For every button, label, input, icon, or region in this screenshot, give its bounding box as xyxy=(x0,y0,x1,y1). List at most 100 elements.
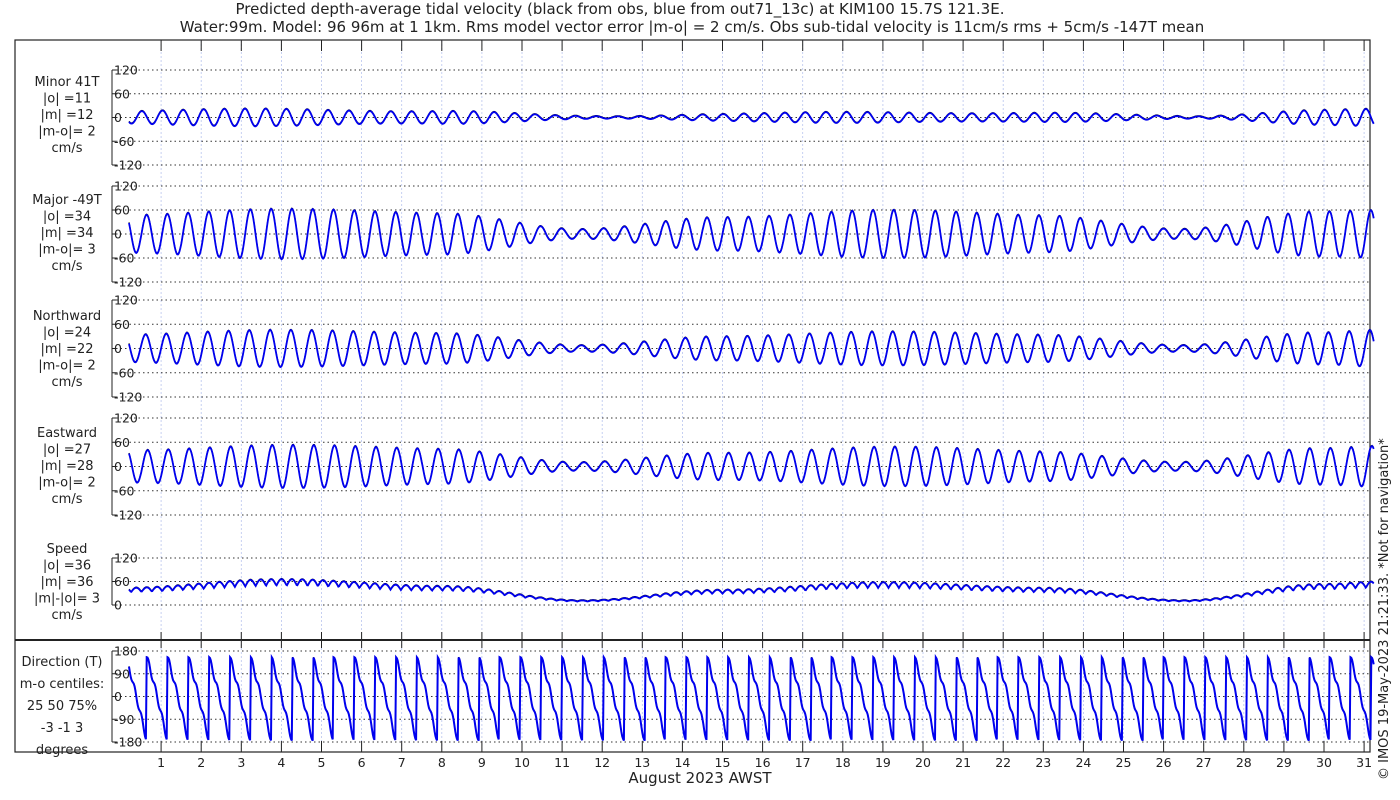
x-tick-label: 8 xyxy=(438,755,446,770)
panel-label: |m-o|= 3 xyxy=(38,243,96,258)
x-tick-label: 31 xyxy=(1356,755,1372,770)
y-tick-label: -120 xyxy=(114,158,142,173)
panel-label: |o| =27 xyxy=(43,443,91,458)
y-tick-label: 0 xyxy=(114,110,122,125)
panel-label: |m-o|= 2 xyxy=(38,476,96,491)
panel-label: |m-o|= 2 xyxy=(38,359,96,374)
x-tick-label: 28 xyxy=(1236,755,1252,770)
panel-label: cm/s xyxy=(52,259,83,274)
x-tick-label: 23 xyxy=(1035,755,1051,770)
panel-label: |o| =36 xyxy=(43,559,91,574)
y-tick-label: 0 xyxy=(114,598,122,613)
panel-label: |m| =22 xyxy=(41,342,94,357)
x-tick-label: 6 xyxy=(358,755,366,770)
panel-label: |m| =12 xyxy=(41,108,94,123)
y-tick-label: -120 xyxy=(114,275,142,290)
panel-label: |m| =34 xyxy=(41,226,94,241)
y-tick-label: 120 xyxy=(114,179,138,194)
y-tick-label: 0 xyxy=(114,459,122,474)
y-tick-label: -60 xyxy=(114,483,134,498)
y-tick-label: 90 xyxy=(114,666,130,681)
x-tick-label: 18 xyxy=(835,755,851,770)
panel-label: |m|-|o|= 3 xyxy=(34,592,100,607)
panel-label: cm/s xyxy=(52,608,83,623)
y-tick-label: -120 xyxy=(114,390,142,405)
x-axis-label: August 2023 AWST xyxy=(628,769,772,787)
model-series-line xyxy=(128,578,1375,603)
panel-label: Direction (T) xyxy=(22,655,103,670)
panel-label: cm/s xyxy=(52,375,83,390)
y-tick-label: 60 xyxy=(114,203,130,218)
y-tick-label: 180 xyxy=(114,644,138,659)
y-tick-label: -120 xyxy=(114,508,142,523)
x-tick-label: 22 xyxy=(995,755,1011,770)
panel-label: |o| =11 xyxy=(43,92,91,107)
panel-eastward: Eastward |o| =27|m| =28 |m-o|= 2cm/s 120 60 0… xyxy=(37,411,1375,523)
y-tick-label: 120 xyxy=(114,411,138,426)
y-tick-label: 120 xyxy=(114,551,138,566)
model-series-line xyxy=(128,653,1375,742)
y-tick-label: 120 xyxy=(114,293,138,308)
x-tick-label: 11 xyxy=(554,755,570,770)
x-tick-label: 4 xyxy=(277,755,285,770)
x-tick-label: 14 xyxy=(674,755,690,770)
x-tick-label: 27 xyxy=(1196,755,1212,770)
panel-major: Major -49T |o| =34|m| =34 |m-o|= 3cm/s 120 6… xyxy=(32,179,1375,290)
y-tick-label: 60 xyxy=(114,86,130,101)
chart-subtitle: Water:99m. Model: 96 96m at 1 1km. Rms m… xyxy=(180,18,1204,36)
panel-minor: Minor 41T |o| =11|m| =12 |m-o|= 2cm/s 120 60… xyxy=(35,63,1375,173)
x-tick-label: 26 xyxy=(1156,755,1172,770)
panel-label: Eastward xyxy=(37,426,97,441)
chart-title: Predicted depth-average tidal velocity (… xyxy=(236,0,1005,19)
y-tick-label: 120 xyxy=(114,63,138,78)
x-tick-label: 5 xyxy=(318,755,326,770)
panel-label: |m| =36 xyxy=(41,575,94,590)
y-tick-label: -60 xyxy=(114,134,134,149)
panel-label: |o| =24 xyxy=(43,326,91,341)
y-tick-label: 60 xyxy=(114,317,130,332)
x-tick-label: 20 xyxy=(915,755,931,770)
panel-label: Minor 41T xyxy=(35,75,100,90)
x-tick-label: 9 xyxy=(478,755,486,770)
panel-label: degrees xyxy=(36,743,89,758)
x-tick-label: 12 xyxy=(594,755,610,770)
x-tick-label: 16 xyxy=(755,755,771,770)
x-tick-label: 1 xyxy=(157,755,165,770)
x-tick-label: 3 xyxy=(237,755,245,770)
panel-direction: Direction (T) m-o centiles: 25 50 75% -3 -1… xyxy=(20,644,1375,758)
y-tick-label: -60 xyxy=(114,251,134,266)
y-tick-label: -90 xyxy=(114,712,134,727)
x-tick-label: 13 xyxy=(634,755,650,770)
x-tick-label: 7 xyxy=(398,755,406,770)
x-tick-label: 29 xyxy=(1276,755,1292,770)
panel-label: -3 -1 3 xyxy=(41,721,83,736)
x-tick-label: 21 xyxy=(955,755,971,770)
y-tick-label: 0 xyxy=(114,227,122,242)
x-tick-label: 15 xyxy=(715,755,731,770)
y-tick-label: 60 xyxy=(114,574,130,589)
panel-speed: Speed |o| =36|m| =36 |m|-|o|= 3cm/s 120 60 0 xyxy=(34,542,1375,623)
x-tick-label: 19 xyxy=(875,755,891,770)
y-tick-label: 0 xyxy=(114,689,122,704)
y-tick-label: -180 xyxy=(114,735,142,750)
panel-label: Speed xyxy=(47,542,88,557)
panel-label: Northward xyxy=(33,309,101,324)
y-tick-label: 60 xyxy=(114,435,130,450)
panel-label: 25 50 75% xyxy=(27,699,97,714)
y-tick-label: 0 xyxy=(114,341,122,356)
panel-label: cm/s xyxy=(52,141,83,156)
y-tick-label: -60 xyxy=(114,365,134,380)
outer-frame xyxy=(14,39,1371,753)
x-tick-label: 24 xyxy=(1075,755,1091,770)
tidal-velocity-chart: Predicted depth-average tidal velocity (… xyxy=(14,0,1392,787)
panel-label: cm/s xyxy=(52,492,83,507)
panel-label: |m| =28 xyxy=(41,459,94,474)
panel-label: |o| =34 xyxy=(43,210,91,225)
x-tick-label: 30 xyxy=(1316,755,1332,770)
x-tick-label: 25 xyxy=(1116,755,1132,770)
panel-label: |m-o|= 2 xyxy=(38,125,96,140)
panel-label: Major -49T xyxy=(32,193,101,208)
panel-northward: Northward |o| =24|m| =22 |m-o|= 2cm/s 120 60… xyxy=(33,293,1375,405)
x-tick-label: 10 xyxy=(514,755,530,770)
panel-label: m-o centiles: xyxy=(20,677,105,692)
